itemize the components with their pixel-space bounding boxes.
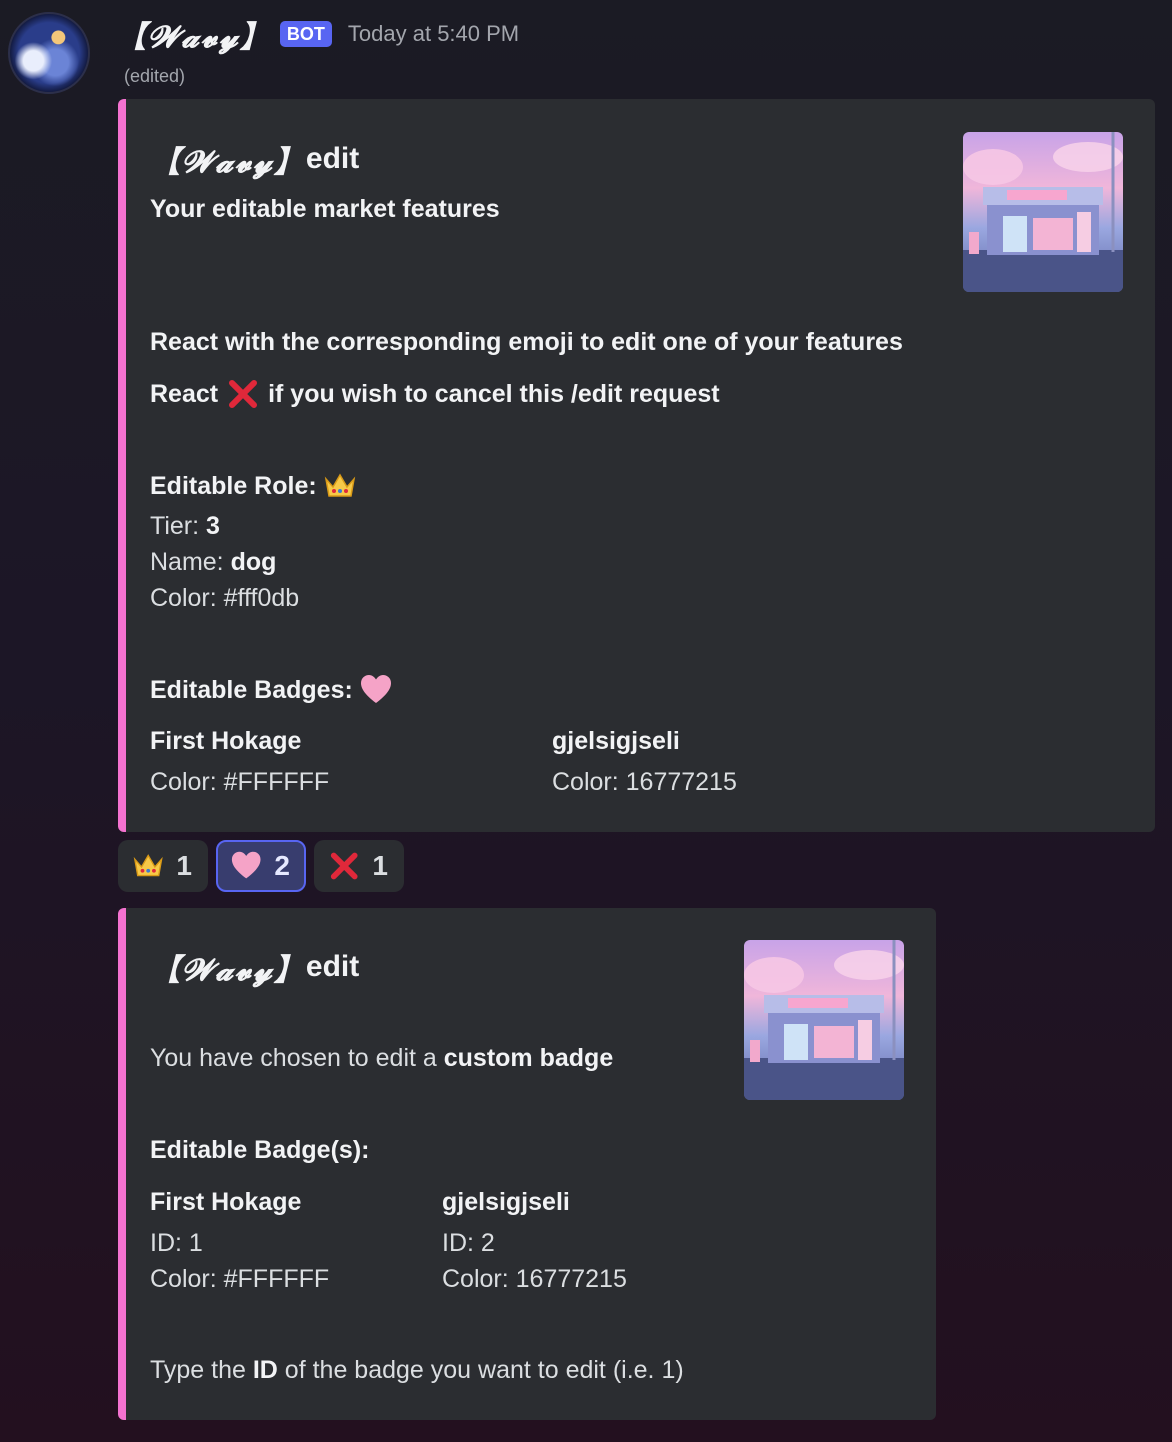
badges-heading: Editable Badge(s): [150,1136,370,1164]
author-name[interactable]: 【𝓦𝓪𝓿𝔂】 [116,12,272,56]
store-illustration [963,132,1123,292]
tier-label: Tier: [150,512,207,540]
role-heading: Editable Role: [150,469,357,503]
bot-avatar[interactable] [8,12,90,94]
store-illustration [744,940,904,1100]
badge-id: ID: 1 [150,1229,203,1257]
embed-subtitle: Your editable market features [150,195,500,223]
embed-title: 【𝓦𝓪𝓿𝔂】 edit [150,137,359,181]
crown-icon [133,854,163,877]
embed-title-suffix: edit [305,142,360,175]
chosen-prefix: You have chosen to edit a [150,1044,444,1072]
cancel-prefix: React [150,379,219,408]
message-header: 【𝓦𝓪𝓿𝔂】 BOT Today at 5:40 PM [116,12,519,56]
role-name: Name: dog [150,548,276,577]
badge-name: gjelsigjseli [552,727,680,755]
badge-name: First Hokage [150,727,302,755]
pink-heart-icon [360,675,391,703]
id-prompt: Type the ID of the badge you want to edi… [150,1356,684,1385]
badge-color: Color: #FFFFFF [150,768,330,796]
reaction-cross[interactable]: 1 [314,840,404,892]
role-tier: Tier: 3 [150,512,220,541]
badge-color: Color: #FFFFFF [150,1265,330,1293]
embed-title: 【𝓦𝓪𝓿𝔂】 edit [150,945,359,989]
cross-mark-icon [330,852,358,880]
embed-custom-badge: 【𝓦𝓪𝓿𝔂】 edit You have chosen to edit a cu… [118,908,936,1420]
role-color: Color: #fff0db [150,584,300,612]
reaction-count: 2 [274,850,290,881]
badge-color: Color: 16777215 [442,1265,627,1293]
chosen-line: You have chosen to edit a custom badge [150,1044,613,1073]
prompt-prefix: Type the [150,1356,253,1384]
reaction-count: 1 [176,850,192,881]
prompt-bold: ID [252,1356,278,1384]
name-value: dog [230,548,277,576]
badges-heading: Editable Badges: [150,673,393,707]
reaction-crown[interactable]: 1 [118,840,208,892]
prompt-suffix: of the badge you want to edit (i.e. 1) [277,1356,684,1384]
embed-title-fancy: 【𝓦𝓪𝓿𝔂】 [150,145,306,180]
badge-color: Color: 16777215 [552,768,737,796]
embed-thumbnail[interactable] [963,132,1123,292]
cross-mark-icon [229,380,258,408]
embed-title-suffix: edit [305,950,360,983]
embed-thumbnail[interactable] [744,940,904,1100]
role-heading-label: Editable Role: [150,471,317,500]
cancel-suffix: if you wish to cancel this /edit request [268,379,720,408]
badge-name: First Hokage [150,1188,302,1216]
pink-heart-icon [231,851,261,879]
embed-title-fancy: 【𝓦𝓪𝓿𝔂】 [150,953,306,988]
chosen-bold: custom badge [443,1044,614,1072]
badge-id: ID: 2 [442,1229,495,1257]
bot-tag: BOT [279,21,332,47]
embed-market-features: 【𝓦𝓪𝓿𝔂】 edit Your editable market feature… [118,99,1155,832]
edited-indicator: (edited) [124,66,186,86]
react-instruction: React with the corresponding emoji to ed… [150,328,903,356]
reaction-bar: 1 2 1 [118,840,404,892]
reaction-count: 1 [372,850,388,881]
badges-heading-label: Editable Badges: [150,675,353,704]
badge-name: gjelsigjseli [442,1188,570,1216]
name-label: Name: [150,548,231,576]
reaction-heart[interactable]: 2 [216,840,306,892]
tier-value: 3 [206,512,220,540]
crown-icon [324,473,355,497]
cancel-instruction: React if you wish to cancel this /edit r… [150,377,720,411]
message-timestamp[interactable]: Today at 5:40 PM [348,21,519,47]
